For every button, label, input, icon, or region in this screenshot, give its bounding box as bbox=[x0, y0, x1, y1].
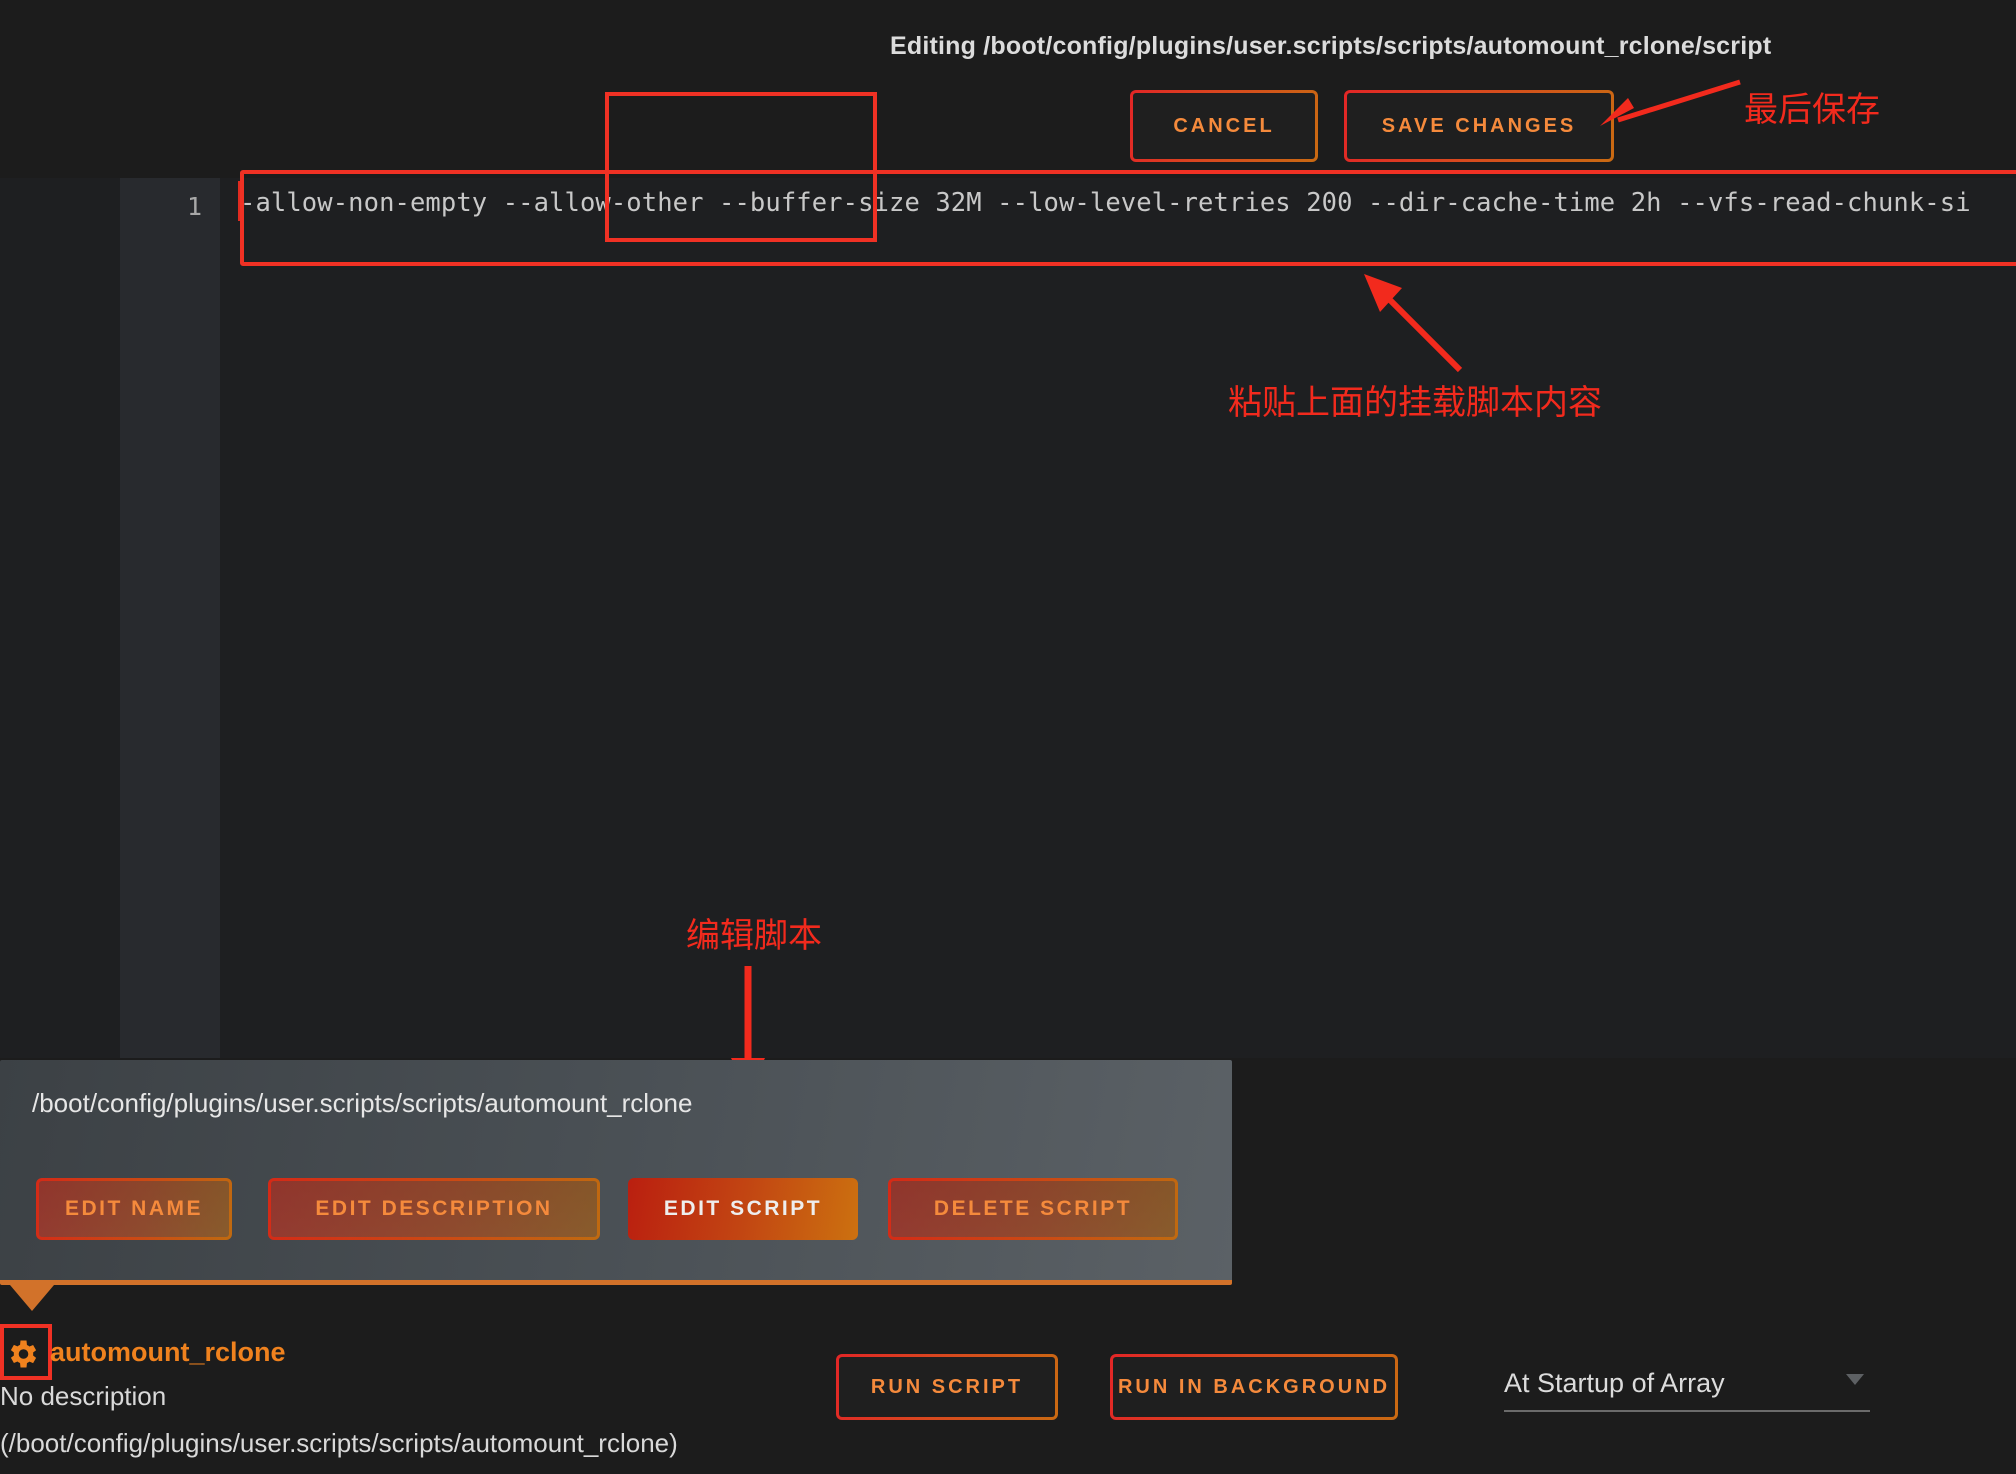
edit-name-button[interactable]: EDIT NAME bbox=[36, 1178, 232, 1240]
annotation-arrow-save bbox=[1600, 79, 1741, 126]
popup-script-path: /boot/config/plugins/user.scripts/script… bbox=[32, 1088, 693, 1118]
annotation-arrow-paste bbox=[1364, 274, 1463, 373]
chevron-down-icon[interactable] bbox=[1846, 1374, 1864, 1385]
run-in-background-button[interactable]: RUN IN BACKGROUND bbox=[1110, 1354, 1398, 1420]
script-name-label[interactable]: automount_rclone bbox=[50, 1337, 286, 1368]
script-path-label: (/boot/config/plugins/user.scripts/scrip… bbox=[0, 1428, 678, 1458]
popup-pointer-arrow bbox=[10, 1285, 54, 1311]
save-changes-button[interactable]: SAVE CHANGES bbox=[1344, 90, 1614, 162]
cancel-button[interactable]: CANCEL bbox=[1130, 90, 1318, 162]
script-description: No description bbox=[0, 1381, 167, 1411]
schedule-selected-value: At Startup of Array bbox=[1504, 1367, 1725, 1398]
edit-description-button[interactable]: EDIT DESCRIPTION bbox=[268, 1178, 600, 1240]
code-line-1[interactable]: -allow-non-empty --allow-other --buffer-… bbox=[240, 188, 1971, 218]
code-editor[interactable]: 1 bbox=[0, 178, 2016, 1058]
delete-script-button[interactable]: DELETE SCRIPT bbox=[888, 1178, 1178, 1240]
editor-gutter: 1 bbox=[120, 178, 220, 1058]
annotation-paste-text: 粘贴上面的挂载脚本内容 bbox=[1228, 383, 1602, 423]
annotation-edit-text: 编辑脚本 bbox=[686, 916, 822, 956]
edit-script-button[interactable]: EDIT SCRIPT bbox=[628, 1178, 858, 1240]
run-script-button[interactable]: RUN SCRIPT bbox=[836, 1354, 1058, 1420]
line-number: 1 bbox=[186, 192, 202, 221]
annotation-save-text: 最后保存 bbox=[1744, 90, 1880, 130]
page-root: Editing /boot/config/plugins/user.script… bbox=[0, 0, 2016, 1474]
schedule-select[interactable]: At Startup of Array bbox=[1504, 1356, 1870, 1412]
gear-icon[interactable] bbox=[4, 1336, 40, 1372]
script-actions-popup: /boot/config/plugins/user.scripts/script… bbox=[0, 1060, 1232, 1285]
page-title: Editing /boot/config/plugins/user.script… bbox=[890, 32, 1772, 60]
